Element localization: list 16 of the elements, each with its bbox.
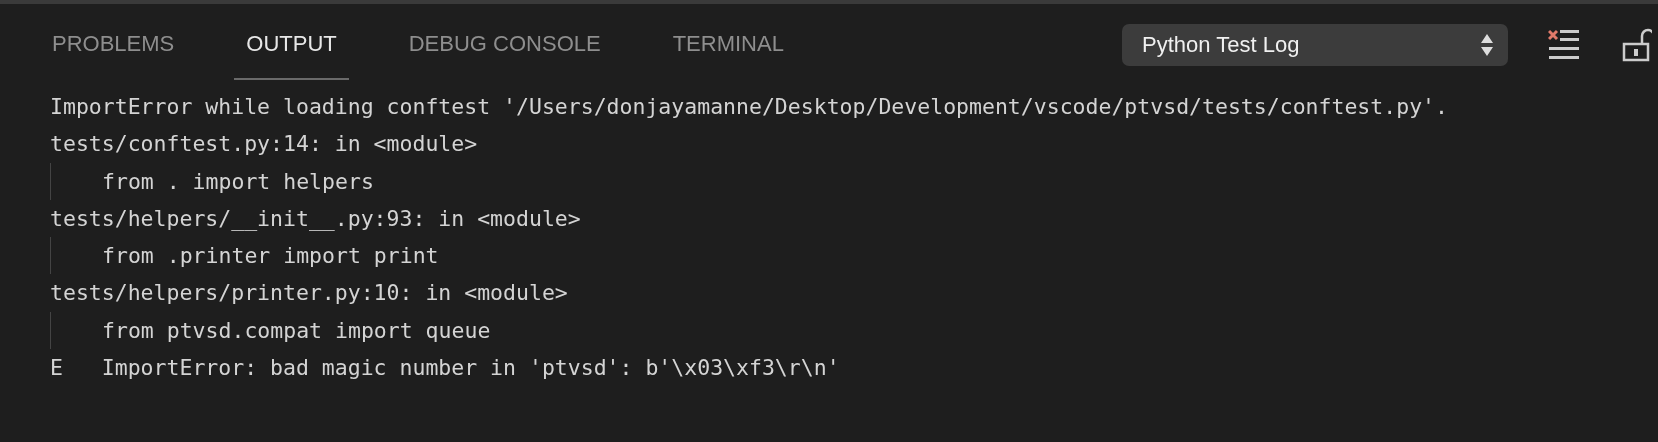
panel-tab[interactable]: OUTPUT [234,4,349,80]
output-line: from .printer import print [102,242,439,271]
output-line: ImportError while loading conftest '/Users/donjayamanne/Desktop/Development/vscode/ptvsd/tests/conftest.py'. [50,93,1449,121]
output-channel-dropdown[interactable]: Python Test Log [1122,24,1508,66]
unlocked-lock-icon[interactable] [1622,28,1652,62]
output-line: from . import helpers [102,167,374,196]
panel-tab[interactable]: DEBUG CONSOLE [396,4,613,80]
output-line: tests/helpers/__init__.py:93: in <module> [50,204,582,233]
up-down-arrows-icon [1480,33,1494,57]
panel-tab[interactable]: TERMINAL [660,4,796,80]
output-line: from ptvsd.compat import queue [102,316,491,345]
clear-output-icon[interactable] [1548,28,1580,62]
output-line: tests/helpers/printer.py:10: in <module> [50,279,569,308]
panel-tab[interactable]: PROBLEMS [40,4,187,80]
output-line: E ImportError: bad magic number in 'ptvsd': b'\x03\xf3\r\n' [50,354,841,383]
output-line: tests/conftest.py:14: in <module> [50,130,479,159]
